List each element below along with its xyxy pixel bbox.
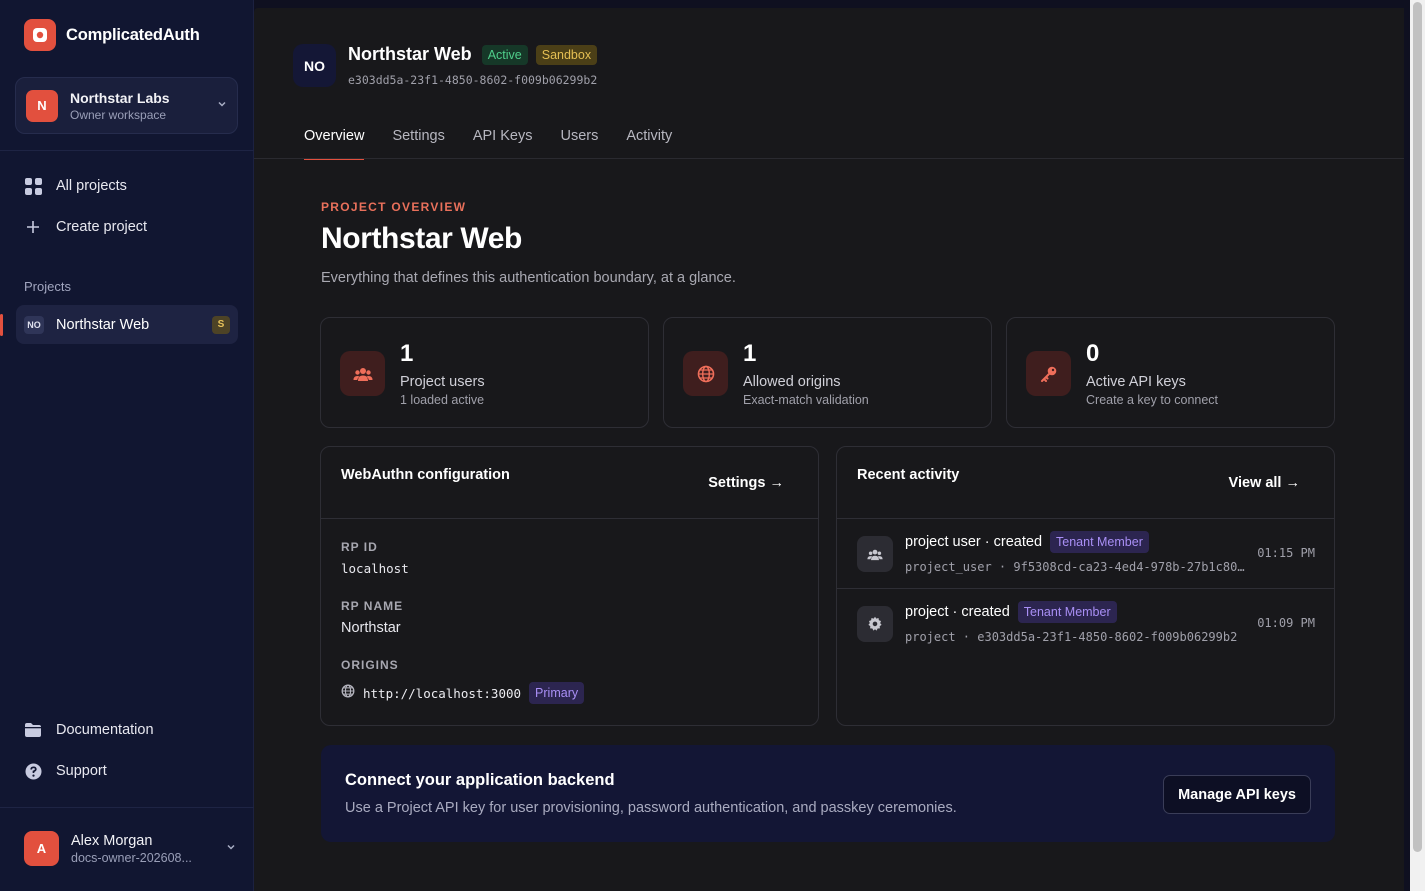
origins-label: ORIGINS <box>341 658 399 672</box>
brand[interactable]: ComplicatedAuth <box>24 19 200 51</box>
tab-api-keys[interactable]: API Keys <box>473 128 533 160</box>
nav-all-projects-label: All projects <box>56 178 127 194</box>
workspace-subtitle: Owner workspace <box>70 107 167 122</box>
project-tabs: Overview Settings API Keys Users Activit… <box>304 128 672 160</box>
stat-value: 1 <box>743 340 757 367</box>
stat-card-api-keys: 0 Active API keys Create a key to connec… <box>1006 317 1335 428</box>
tab-users[interactable]: Users <box>560 128 598 160</box>
project-header: Northstar Web Active Sandbox <box>348 44 598 65</box>
page-title: Northstar Web <box>321 222 522 255</box>
banner-subtitle: Use a Project API key for user provision… <box>345 800 957 816</box>
rp-name-value: Northstar <box>341 620 401 636</box>
main-panel: NO Northstar Web Active Sandbox e303dd5a… <box>254 8 1404 891</box>
tab-overview[interactable]: Overview <box>304 128 365 160</box>
stat-value: 0 <box>1086 340 1100 367</box>
panel-title: Recent activity <box>857 467 960 483</box>
sidebar-item-northstar-web[interactable]: NO Northstar Web S <box>0 305 238 344</box>
users-icon <box>340 351 385 396</box>
nav-create-project-label: Create project <box>56 219 148 235</box>
stat-subtitle: 1 loaded active <box>400 393 485 407</box>
activity-time: 01:15 PM <box>1257 546 1315 560</box>
stat-label: Allowed origins <box>743 374 841 390</box>
project-title: Northstar Web <box>348 44 472 64</box>
avatar: A <box>24 831 59 866</box>
origin-row: http://localhost:3000 Primary <box>341 682 585 704</box>
manage-api-keys-button[interactable]: Manage API keys <box>1163 775 1311 814</box>
nav-support-label: Support <box>56 763 107 779</box>
page-subtitle: Everything that defines this authenticat… <box>321 270 736 286</box>
stat-value: 1 <box>400 340 414 367</box>
recent-activity-panel: Recent activity View all → project user … <box>836 446 1335 726</box>
status-badge: Active <box>481 44 528 65</box>
section-eyebrow: PROJECT OVERVIEW <box>321 200 467 214</box>
sidebar-divider <box>0 150 254 151</box>
view-all-link[interactable]: View all → <box>1229 475 1300 491</box>
active-indicator <box>0 314 3 336</box>
activity-item[interactable]: project user · created Tenant Member pro… <box>837 519 1335 589</box>
project-avatar: NO <box>293 44 336 87</box>
stat-card-users: 1 Project users 1 loaded active <box>320 317 649 428</box>
environment-badge: Sandbox <box>535 44 598 65</box>
gear-icon <box>857 606 893 642</box>
activity-time: 01:09 PM <box>1257 616 1315 630</box>
projects-heading: Projects <box>24 279 71 294</box>
chevron-down-icon <box>226 842 236 855</box>
activity-title: project user · created <box>905 534 1043 550</box>
project-name: Northstar Web <box>56 316 150 333</box>
activity-item[interactable]: project · created Tenant Member project … <box>837 589 1335 659</box>
user-name: Alex Morgan <box>71 832 153 849</box>
workspace-name: Northstar Labs <box>70 89 170 106</box>
sandbox-badge: S <box>212 315 230 334</box>
nav-create-project[interactable]: Create project <box>16 209 238 245</box>
origin-value: http://localhost:3000 <box>363 685 522 701</box>
primary-badge: Primary <box>529 682 585 704</box>
user-email: docs-owner-202608... <box>71 850 192 865</box>
users-icon <box>857 536 893 572</box>
brand-logo-icon <box>24 19 56 51</box>
grid-icon <box>24 177 42 195</box>
panel-title: WebAuthn configuration <box>341 467 510 483</box>
role-badge: Tenant Member <box>1050 531 1149 553</box>
activity-title: project · created <box>905 604 1010 620</box>
globe-icon <box>683 351 728 396</box>
connect-backend-banner: Connect your application backend Use a P… <box>321 745 1335 842</box>
stat-label: Active API keys <box>1086 374 1186 390</box>
sidebar: ComplicatedAuth N Northstar Labs Owner w… <box>0 0 254 891</box>
webauthn-panel: WebAuthn configuration Settings → RP ID … <box>320 446 819 726</box>
project-chip: NO <box>24 315 44 334</box>
rp-id-label: RP ID <box>341 540 378 554</box>
nav-documentation-label: Documentation <box>56 722 154 738</box>
folder-icon <box>24 721 42 739</box>
user-menu[interactable]: A Alex Morgan docs-owner-202608... <box>24 831 236 866</box>
chevron-down-icon <box>217 99 227 112</box>
nav-documentation[interactable]: Documentation <box>16 712 238 748</box>
plus-icon <box>24 218 42 236</box>
activity-detail: project · e303dd5a-23f1-4850-8602-f009b0… <box>905 630 1238 644</box>
role-badge: Tenant Member <box>1017 601 1117 623</box>
nav-all-projects[interactable]: All projects <box>16 168 238 204</box>
workspace-switcher[interactable]: N Northstar Labs Owner workspace <box>15 77 238 134</box>
stat-subtitle: Exact-match validation <box>743 393 869 407</box>
sidebar-divider <box>0 807 254 808</box>
rp-id-value: localhost <box>341 561 409 576</box>
key-icon <box>1026 351 1071 396</box>
banner-title: Connect your application backend <box>345 771 615 789</box>
brand-name: ComplicatedAuth <box>66 25 200 44</box>
nav-support[interactable]: Support <box>16 753 238 789</box>
activity-detail: project_user · 9f5308cd-ca23-4ed4-978b-2… <box>905 560 1245 574</box>
tab-settings[interactable]: Settings <box>392 128 444 160</box>
globe-icon <box>341 684 355 703</box>
workspace-avatar: N <box>26 89 58 122</box>
project-id: e303dd5a-23f1-4850-8602-f009b06299b2 <box>348 73 598 87</box>
tab-activity[interactable]: Activity <box>626 128 672 160</box>
rp-name-label: RP NAME <box>341 599 404 613</box>
scrollbar-thumb[interactable] <box>1413 2 1422 852</box>
stat-subtitle: Create a key to connect <box>1086 393 1219 407</box>
stat-card-origins: 1 Allowed origins Exact-match validation <box>663 317 992 428</box>
tabs-divider <box>254 158 1404 159</box>
help-icon <box>24 762 42 780</box>
settings-link[interactable]: Settings → <box>708 475 784 491</box>
stat-label: Project users <box>400 374 485 390</box>
